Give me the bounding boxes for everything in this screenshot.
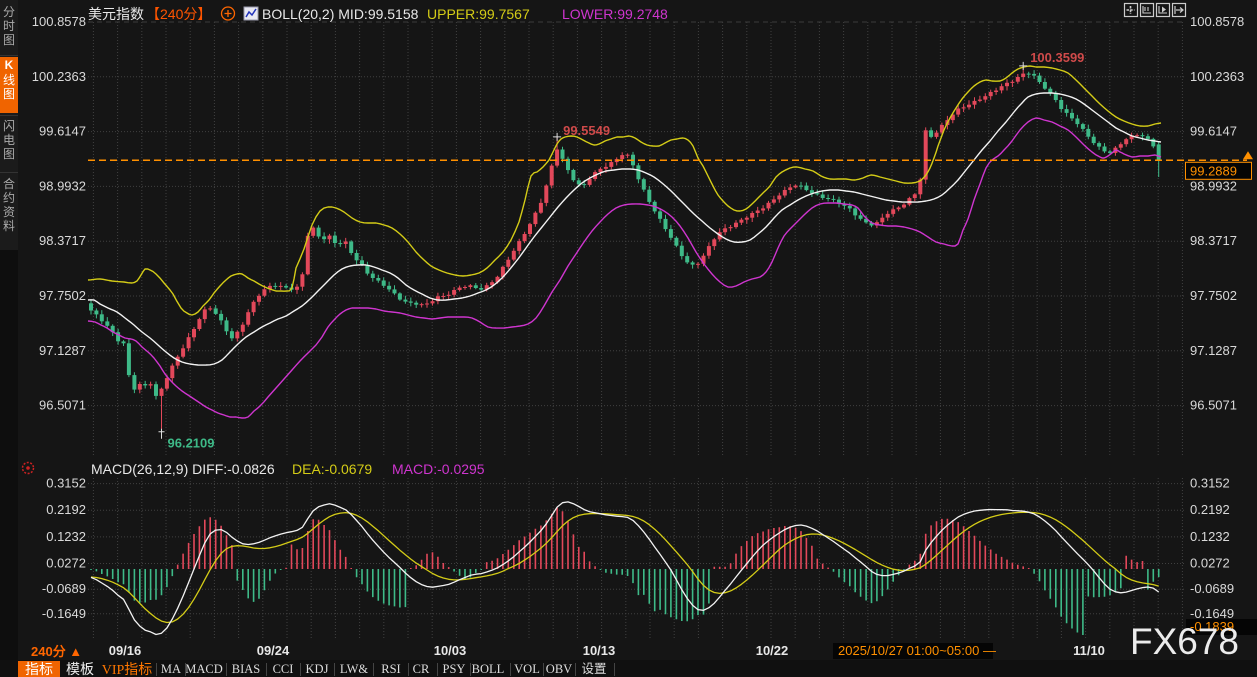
svg-text:100.2363: 100.2363 bbox=[1190, 69, 1244, 84]
svg-text:99.2889: 99.2889 bbox=[1190, 163, 1237, 178]
svg-text:97.7502: 97.7502 bbox=[39, 288, 86, 303]
svg-text:RSI: RSI bbox=[381, 662, 400, 676]
svg-text:99.6147: 99.6147 bbox=[1190, 124, 1237, 139]
svg-text:图: 图 bbox=[3, 33, 15, 47]
svg-text:97.1287: 97.1287 bbox=[1190, 343, 1237, 358]
svg-text:线: 线 bbox=[3, 73, 15, 87]
svg-text:模板: 模板 bbox=[66, 662, 94, 677]
svg-text:0.2192: 0.2192 bbox=[1190, 502, 1230, 517]
svg-text:0.2192: 0.2192 bbox=[46, 502, 86, 517]
svg-text:CR: CR bbox=[413, 662, 430, 676]
svg-text:09/16: 09/16 bbox=[109, 643, 142, 658]
svg-text:约: 约 bbox=[3, 190, 15, 205]
svg-text:MACD: MACD bbox=[185, 662, 223, 676]
svg-text:图: 图 bbox=[3, 147, 15, 161]
svg-text:电: 电 bbox=[3, 133, 15, 147]
svg-text:96.2109: 96.2109 bbox=[168, 436, 215, 451]
svg-text:0.0272: 0.0272 bbox=[46, 556, 86, 571]
svg-text:分: 分 bbox=[3, 5, 15, 19]
svg-text:-0.0689: -0.0689 bbox=[1190, 581, 1234, 596]
svg-text:96.5071: 96.5071 bbox=[39, 398, 86, 413]
svg-text:图: 图 bbox=[3, 87, 15, 101]
svg-text:VOL: VOL bbox=[514, 662, 540, 676]
svg-text:BOLL: BOLL bbox=[472, 662, 505, 676]
svg-text:0.1232: 0.1232 bbox=[1190, 529, 1230, 544]
svg-text:10/03: 10/03 bbox=[434, 643, 467, 658]
svg-text:100.8578: 100.8578 bbox=[1190, 14, 1244, 29]
svg-text:MACD:-0.0295: MACD:-0.0295 bbox=[392, 461, 485, 477]
svg-text:0.3152: 0.3152 bbox=[46, 476, 86, 491]
svg-text:100.2363: 100.2363 bbox=[32, 69, 86, 84]
svg-text:11/10: 11/10 bbox=[1073, 643, 1105, 658]
svg-text:97.1287: 97.1287 bbox=[39, 343, 86, 358]
svg-text:100.3599: 100.3599 bbox=[1030, 50, 1084, 65]
svg-text:CCI: CCI bbox=[273, 662, 294, 676]
svg-text:VIP指标: VIP指标 bbox=[102, 662, 153, 677]
svg-text:10/22: 10/22 bbox=[756, 643, 789, 658]
svg-text:美元指数: 美元指数 bbox=[88, 6, 144, 22]
svg-text:闪: 闪 bbox=[3, 119, 15, 133]
svg-text:-0.1649: -0.1649 bbox=[42, 606, 86, 621]
svg-text:98.3717: 98.3717 bbox=[39, 233, 86, 248]
svg-text:资: 资 bbox=[3, 205, 15, 219]
svg-text:LOWER:99.2748: LOWER:99.2748 bbox=[562, 6, 668, 22]
svg-text:240分 ▲: 240分 ▲ bbox=[31, 644, 82, 659]
svg-text:K: K bbox=[5, 58, 14, 72]
svg-text:0.0272: 0.0272 bbox=[1190, 556, 1230, 571]
svg-text:KDJ: KDJ bbox=[306, 662, 329, 676]
svg-text:98.3717: 98.3717 bbox=[1190, 233, 1237, 248]
svg-text:BOLL(20,2) MID:99.5158: BOLL(20,2) MID:99.5158 bbox=[262, 6, 419, 22]
svg-text:-0.0689: -0.0689 bbox=[42, 581, 86, 596]
svg-text:100.8578: 100.8578 bbox=[32, 14, 86, 29]
svg-text:99.5549: 99.5549 bbox=[563, 123, 610, 138]
svg-text:LW&: LW& bbox=[340, 662, 369, 676]
svg-text:MACD(26,12,9) DIFF:-0.0826: MACD(26,12,9) DIFF:-0.0826 bbox=[91, 461, 275, 477]
svg-text:2025/10/27 01:00~05:00 —: 2025/10/27 01:00~05:00 — bbox=[838, 643, 996, 658]
svg-text:96.5071: 96.5071 bbox=[1190, 398, 1237, 413]
svg-text:时: 时 bbox=[3, 19, 15, 33]
svg-text:98.9932: 98.9932 bbox=[1190, 178, 1237, 193]
svg-text:0.3152: 0.3152 bbox=[1190, 476, 1230, 491]
svg-text:10/13: 10/13 bbox=[583, 643, 616, 658]
svg-text:99.6147: 99.6147 bbox=[39, 124, 86, 139]
svg-text:MA: MA bbox=[161, 662, 181, 676]
svg-text:料: 料 bbox=[3, 219, 15, 233]
svg-text:合: 合 bbox=[3, 176, 15, 191]
svg-text:【240分】: 【240分】 bbox=[146, 6, 211, 22]
svg-text:97.7502: 97.7502 bbox=[1190, 288, 1237, 303]
svg-text:指标: 指标 bbox=[25, 662, 53, 677]
svg-text:OBV: OBV bbox=[546, 662, 572, 676]
svg-text:98.9932: 98.9932 bbox=[39, 178, 86, 193]
svg-text:BIAS: BIAS bbox=[232, 662, 261, 676]
svg-text:设置: 设置 bbox=[581, 661, 606, 676]
svg-text:09/24: 09/24 bbox=[257, 643, 290, 658]
svg-text:0.1232: 0.1232 bbox=[46, 529, 86, 544]
svg-text:PSY: PSY bbox=[443, 662, 466, 676]
svg-text:FX678: FX678 bbox=[1130, 621, 1239, 662]
svg-text:UPPER:99.7567: UPPER:99.7567 bbox=[427, 6, 530, 22]
svg-text:DEA:-0.0679: DEA:-0.0679 bbox=[292, 461, 372, 477]
